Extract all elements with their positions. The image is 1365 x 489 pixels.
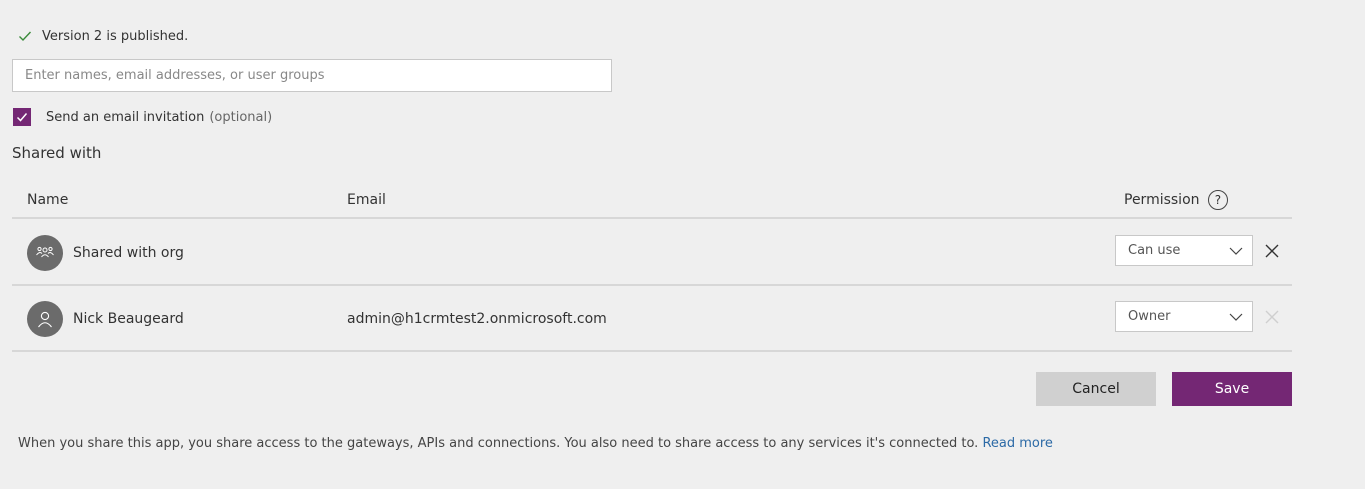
shared-name: Shared with org bbox=[73, 245, 184, 261]
header-divider bbox=[12, 217, 1292, 219]
save-button[interactable]: Save bbox=[1172, 372, 1292, 406]
shared-name: Nick Beaugeard bbox=[73, 311, 184, 327]
email-invitation-option: Send an email invitation (optional) bbox=[13, 107, 272, 127]
column-header-permission: Permission ? bbox=[1124, 190, 1228, 210]
row-divider bbox=[12, 350, 1292, 352]
permission-dropdown[interactable]: Can use bbox=[1115, 235, 1253, 266]
row-divider bbox=[12, 284, 1292, 286]
close-icon[interactable] bbox=[1264, 243, 1280, 259]
group-icon bbox=[36, 246, 54, 258]
checkmark-icon bbox=[19, 31, 32, 42]
chevron-down-icon bbox=[1229, 313, 1243, 321]
email-invitation-checkbox[interactable] bbox=[13, 108, 31, 126]
read-more-link[interactable]: Read more bbox=[982, 436, 1052, 451]
search-field[interactable] bbox=[12, 59, 612, 92]
checkmark-icon bbox=[16, 113, 28, 122]
email-invitation-label: Send an email invitation bbox=[46, 109, 205, 125]
permission-dropdown[interactable]: Owner bbox=[1115, 301, 1253, 332]
chevron-down-icon bbox=[1229, 247, 1243, 255]
permission-value: Can use bbox=[1128, 243, 1181, 258]
permission-header-label: Permission bbox=[1124, 192, 1200, 208]
help-icon[interactable]: ? bbox=[1207, 190, 1228, 210]
close-icon bbox=[1265, 310, 1279, 324]
shared-email: admin@h1crmtest2.onmicrosoft.com bbox=[347, 311, 607, 327]
optional-hint: (optional) bbox=[209, 109, 273, 125]
cancel-button[interactable]: Cancel bbox=[1036, 372, 1156, 406]
permission-value: Owner bbox=[1128, 309, 1171, 324]
publish-status: Version 2 is published. bbox=[18, 26, 188, 46]
column-header-email: Email bbox=[347, 192, 386, 208]
avatar bbox=[27, 301, 63, 337]
person-icon bbox=[38, 311, 52, 328]
share-info-note: When you share this app, you share acces… bbox=[18, 436, 1053, 451]
publish-status-text: Version 2 is published. bbox=[42, 28, 189, 44]
avatar bbox=[27, 235, 63, 271]
column-header-name: Name bbox=[27, 192, 69, 208]
share-info-text: When you share this app, you share acces… bbox=[18, 436, 979, 451]
shared-with-title: Shared with bbox=[12, 144, 102, 162]
search-input[interactable] bbox=[13, 60, 611, 91]
